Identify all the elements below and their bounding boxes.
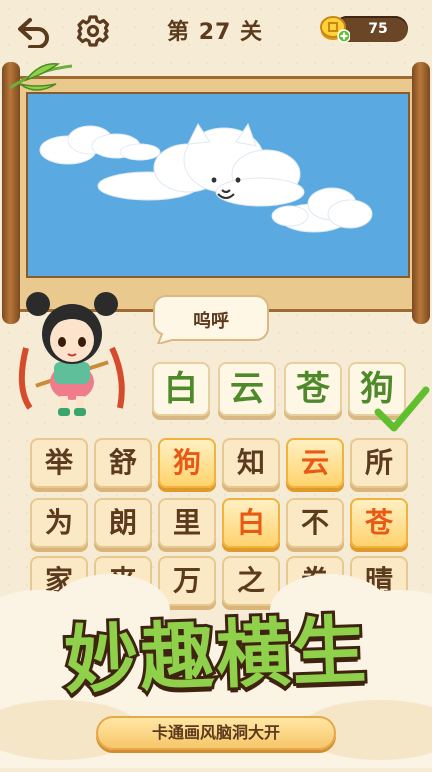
grid-tile[interactable]: 朗: [94, 498, 152, 548]
puzzle-picture: [26, 92, 410, 278]
answer-slot[interactable]: 苍: [284, 362, 342, 416]
answer-slot[interactable]: 白: [152, 362, 210, 416]
speech-text: 呜呼: [193, 311, 229, 332]
checkmark-icon: [374, 384, 430, 436]
gear-icon[interactable]: [76, 14, 110, 48]
grid-tile[interactable]: 苍: [350, 498, 408, 548]
grid-tile[interactable]: 不: [286, 498, 344, 548]
coin-add-icon[interactable]: [318, 12, 351, 44]
speech-bubble: 呜呼: [152, 294, 270, 344]
grid-tile[interactable]: 白: [222, 498, 280, 548]
character-illustration: [16, 278, 128, 418]
grid-tile[interactable]: 里: [158, 498, 216, 548]
top-bar: 第 27 关 75: [0, 0, 432, 62]
answer-slot[interactable]: 云: [218, 362, 276, 416]
coin-count: 75: [368, 21, 388, 37]
promo-slogan: 妙趣横生: [0, 596, 432, 708]
scroll-rod-right: [412, 62, 430, 324]
grid-tile[interactable]: 举: [30, 438, 88, 488]
grid-tile[interactable]: 云: [286, 438, 344, 488]
promo-slogan-text: 妙趣横生: [60, 605, 373, 708]
grid-tile[interactable]: 所: [350, 438, 408, 488]
tagline-text: 卡通画风脑洞大开: [151, 723, 280, 742]
grid-tile[interactable]: 为: [30, 498, 88, 548]
back-arrow-icon[interactable]: [16, 14, 52, 49]
grid-tile[interactable]: 狗: [158, 438, 216, 488]
coin-counter[interactable]: 75: [318, 14, 410, 44]
grid-tile[interactable]: 知: [222, 438, 280, 488]
grid-tile[interactable]: 舒: [94, 438, 152, 488]
tagline-banner: 卡通画风脑洞大开: [96, 716, 336, 750]
level-title: 第 27 关: [167, 20, 263, 45]
